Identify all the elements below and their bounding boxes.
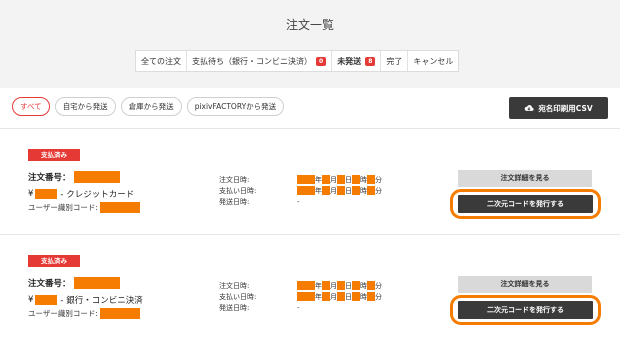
paid-date-row: 支払い日時: 年月日時分: [219, 185, 382, 196]
paid-date-row: 支払い日時: 年月日時分: [219, 291, 382, 302]
redacted-amount: [35, 295, 58, 305]
date-label: 発送日時:: [219, 303, 250, 312]
user-id-line: ユーザー識別コード:: [28, 308, 140, 319]
filter-ship-from-home[interactable]: 自宅から発送: [54, 97, 116, 116]
header-area: 注文一覧 全ての注文 支払待ち（銀行・コンビニ決済） 0 未発送 8 完了 キャンセ…: [0, 0, 620, 88]
tab-all-orders[interactable]: 全ての注文: [136, 51, 187, 71]
issue-qr-code-button[interactable]: 二次元コードを発行する: [458, 301, 593, 319]
filter-ship-from-pixivfactory[interactable]: pixivFACTORYから発送: [186, 97, 285, 116]
date-label: 発送日時:: [219, 197, 250, 206]
csv-download-button[interactable]: 宛名印刷用CSV: [509, 97, 608, 119]
status-badge: 支払済み: [28, 149, 80, 161]
tab-label: 全ての注文: [141, 56, 181, 66]
payment-method: - 銀行・コンビニ決済: [60, 296, 143, 306]
csv-button-label: 宛名印刷用CSV: [538, 103, 593, 113]
yen-sign: ¥: [28, 189, 34, 199]
payment-method: - クレジットカード: [60, 190, 135, 200]
order-date-row: 注文日時: 年月日時分: [219, 174, 382, 185]
tab-cancelled[interactable]: キャンセル: [408, 51, 458, 71]
order-number-label: 注文番号：: [28, 173, 71, 183]
user-id-label: ユーザー識別コード:: [28, 309, 98, 318]
tab-awaiting-payment[interactable]: 支払待ち（銀行・コンビニ決済） 0: [187, 51, 333, 71]
highlight-ring: 二次元コードを発行する: [450, 189, 601, 219]
order-card: 支払済み 注文番号： ¥ - クレジットカード ユーザー識別コード: 注文日時:…: [0, 131, 620, 235]
filter-ship-from-warehouse[interactable]: 倉庫から発送: [120, 97, 182, 116]
date-label: 支払い日時:: [219, 292, 257, 301]
date-label: 注文日時:: [219, 281, 250, 290]
status-tabs: 全ての注文 支払待ち（銀行・コンビニ決済） 0 未発送 8 完了 キャンセル: [135, 50, 460, 72]
redacted-order-number: [74, 171, 120, 183]
redacted-user-id: [99, 202, 140, 213]
redacted-user-id: [99, 308, 140, 319]
tab-label: キャンセル: [413, 56, 454, 66]
shipped-date-row: 発送日時: -: [219, 302, 382, 313]
page-title: 注文一覧: [285, 18, 334, 32]
order-card: 支払済み 注文番号： ¥ - 銀行・コンビニ決済 ユーザー識別コード: 注文日時…: [0, 237, 620, 341]
shipped-value: -: [297, 303, 300, 312]
issue-qr-code-button[interactable]: 二次元コードを発行する: [458, 195, 593, 213]
count-badge: 0: [316, 56, 327, 66]
filter-all[interactable]: すべて: [12, 97, 50, 116]
order-number-label: 注文番号：: [28, 279, 71, 289]
redacted-datetime: 年月日時分: [297, 186, 382, 196]
redacted-amount: [35, 189, 58, 199]
tab-unshipped[interactable]: 未発送 8: [332, 51, 382, 71]
shipped-date-row: 発送日時: -: [219, 196, 382, 207]
redacted-datetime: 年月日時分: [297, 175, 382, 185]
divider: [0, 128, 620, 129]
price-line: ¥ - クレジットカード: [28, 188, 134, 200]
count-badge: 8: [365, 56, 376, 66]
shipped-value: -: [297, 197, 300, 206]
view-order-details-button[interactable]: 注文詳細を見る: [458, 170, 592, 187]
redacted-order-number: [74, 277, 120, 289]
tab-label: 完了: [386, 56, 403, 66]
tab-completed[interactable]: 完了: [381, 51, 409, 71]
price-line: ¥ - 銀行・コンビニ決済: [28, 294, 143, 306]
user-id-label: ユーザー識別コード:: [28, 203, 98, 212]
cloud-download-icon: [525, 105, 534, 111]
order-dates: 注文日時: 年月日時分 支払い日時: 年月日時分 発送日時: -: [219, 174, 382, 207]
filter-chips: すべて 自宅から発送 倉庫から発送 pixivFACTORYから発送: [12, 97, 285, 116]
tab-label: 支払待ち（銀行・コンビニ決済）: [192, 56, 312, 66]
highlight-ring: 二次元コードを発行する: [450, 295, 601, 325]
status-badge: 支払済み: [28, 255, 80, 267]
redacted-datetime: 年月日時分: [297, 292, 382, 302]
redacted-datetime: 年月日時分: [297, 281, 382, 291]
view-order-details-button[interactable]: 注文詳細を見る: [458, 276, 592, 293]
order-date-row: 注文日時: 年月日時分: [219, 280, 382, 291]
yen-sign: ¥: [28, 295, 34, 305]
user-id-line: ユーザー識別コード:: [28, 202, 140, 213]
date-label: 支払い日時:: [219, 186, 257, 195]
tab-label: 未発送: [337, 56, 362, 66]
order-dates: 注文日時: 年月日時分 支払い日時: 年月日時分 発送日時: -: [219, 280, 382, 313]
date-label: 注文日時:: [219, 175, 250, 184]
